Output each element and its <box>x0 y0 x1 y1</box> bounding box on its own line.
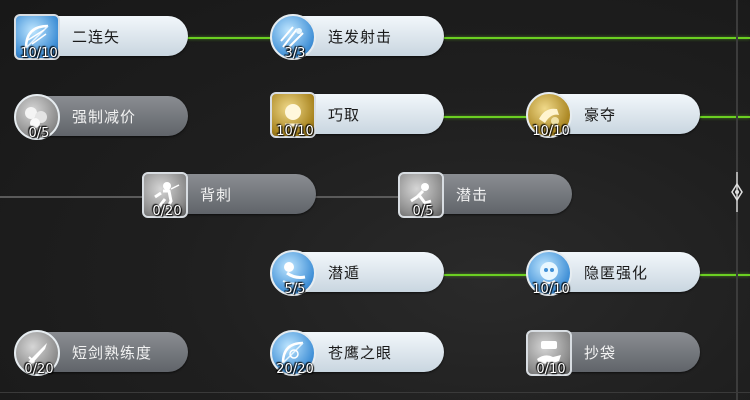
skill-node-erlianshi[interactable]: 二连矢 10/10 <box>12 12 192 62</box>
skill-level: 20/20 <box>276 362 314 377</box>
skill-name: 二连矢 <box>72 28 121 46</box>
link-qiandun-yinniqianghua <box>444 274 532 276</box>
skill-level: 0/5 <box>28 126 50 141</box>
skill-node-qiangzhijianjia[interactable]: 强制减价 0/5 <box>12 92 192 142</box>
skill-name: 连发射击 <box>328 28 393 46</box>
skill-node-canyingzhiyan[interactable]: 苍鹰之眼 20/20 <box>268 328 448 378</box>
skill-level: 3/3 <box>284 46 306 61</box>
skill-level: 10/10 <box>276 124 314 139</box>
skill-level: 0/20 <box>24 362 54 377</box>
skill-name: 潜击 <box>456 186 489 204</box>
skill-name: 隐匿强化 <box>584 264 649 282</box>
link-erlianshi-lianfasheji <box>186 37 276 39</box>
skill-level: 5/5 <box>284 282 306 297</box>
skill-node-qianji[interactable]: 潜击 0/5 <box>396 170 576 220</box>
link-haoduo-right <box>700 116 750 118</box>
link-beici-qianji <box>314 196 402 198</box>
skill-level: 0/20 <box>152 204 182 219</box>
skill-node-haoduo[interactable]: 豪夺 10/10 <box>524 90 704 140</box>
skill-node-yinniqianghua[interactable]: 隐匿强化 10/10 <box>524 248 704 298</box>
skill-level: 10/10 <box>532 124 570 139</box>
skill-level: 10/10 <box>20 46 58 61</box>
skill-tree: 二连矢 10/10 连发射击 3/3 强制减价 0/5 巧取 10/10 豪夺 … <box>0 0 750 400</box>
skill-name: 抄袋 <box>584 344 617 362</box>
skill-name: 背刺 <box>200 186 233 204</box>
link-lianfasheji-right <box>444 37 750 39</box>
skill-name: 巧取 <box>328 106 361 124</box>
skill-node-chaodai[interactable]: 抄袋 0/10 <box>524 328 704 378</box>
skill-node-beici[interactable]: 背刺 0/20 <box>140 170 320 220</box>
skill-level: 0/5 <box>412 204 434 219</box>
skill-level: 0/10 <box>536 362 566 377</box>
skill-name: 强制减价 <box>72 108 137 126</box>
skill-node-lianfasheji[interactable]: 连发射击 3/3 <box>268 12 448 62</box>
skill-node-qiandun[interactable]: 潜遁 5/5 <box>268 248 448 298</box>
divider <box>0 392 750 393</box>
ornament-scroll-icon[interactable] <box>728 170 746 214</box>
skill-node-qiaoqu[interactable]: 巧取 10/10 <box>268 90 448 140</box>
skill-node-duanjianshuliandu[interactable]: 短剑熟练度 0/20 <box>12 328 192 378</box>
skill-name: 短剑熟练度 <box>72 344 153 362</box>
skill-name: 潜遁 <box>328 264 361 282</box>
skill-level: 10/10 <box>532 282 570 297</box>
link-qiaoqu-haoduo <box>442 116 532 118</box>
link-yinniqianghua-right <box>700 274 750 276</box>
skill-name: 苍鹰之眼 <box>328 344 393 362</box>
skill-name: 豪夺 <box>584 106 617 124</box>
link-left-beici <box>0 196 146 198</box>
